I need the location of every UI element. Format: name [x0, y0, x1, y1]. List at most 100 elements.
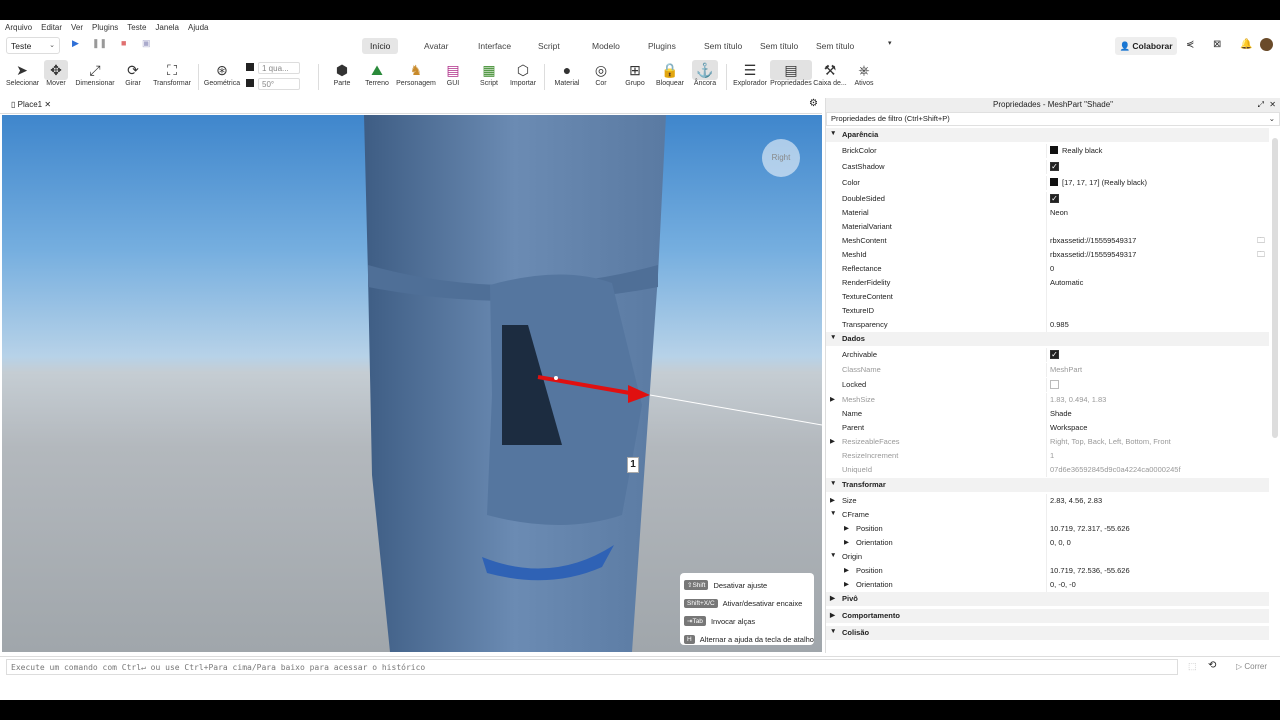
chevron-right-icon[interactable]: ▶ [844, 580, 849, 588]
ribbon-tab[interactable]: Sem título [752, 38, 806, 54]
checkbox[interactable] [246, 63, 254, 72]
ribbon-tab[interactable]: Modelo [584, 38, 628, 54]
chevron-right-icon[interactable]: ▶ [844, 566, 849, 574]
property-value[interactable]: ✓ [1050, 350, 1059, 359]
bookmark-icon[interactable]: ⬚ [1188, 661, 1197, 672]
bell-icon[interactable]: 🔔 [1240, 39, 1252, 50]
explorer-button[interactable]: ☰ Explorador [732, 60, 768, 87]
toolbox-button[interactable]: ⚒ Caixa de... [813, 60, 847, 87]
collaborate-button[interactable]: 👤 Colaborar [1115, 37, 1177, 55]
rotate-snap[interactable]: 50° [246, 78, 300, 90]
menu-item[interactable]: Janela [155, 23, 179, 32]
move-tool[interactable]: ✥ Mover [44, 60, 68, 87]
property-value[interactable]: ✓ [1050, 194, 1059, 203]
property-value[interactable]: Neon [1050, 208, 1068, 217]
chevron-down-icon[interactable]: ▼ [830, 628, 836, 635]
property-value[interactable]: Really black [1050, 146, 1102, 155]
property-value[interactable]: [17, 17, 17] (Really black) [1050, 178, 1147, 187]
grid-icon[interactable]: ⊠ [1213, 39, 1221, 50]
ribbon-tab[interactable]: Script [530, 38, 568, 54]
add-tab-icon[interactable]: ▾ [888, 39, 892, 47]
property-value[interactable] [1050, 380, 1059, 391]
anchor-tool[interactable]: ⚓ Âncora [692, 60, 718, 87]
material-tool[interactable]: ● Material [552, 60, 582, 87]
checkbox[interactable] [1050, 380, 1059, 389]
ribbon-tab[interactable]: Plugins [640, 38, 684, 54]
chevron-down-icon[interactable]: ▼ [830, 552, 836, 559]
pause-icon[interactable]: ❚❚ [92, 38, 107, 49]
3d-viewport[interactable]: Right 1 ⇧Shift Desativar ajuste Shift+X/C A… [2, 115, 822, 652]
property-filter-input[interactable]: Propriedades de filtro (Ctrl+Shift+P) ⌄ [826, 112, 1280, 126]
chevron-right-icon[interactable]: ▶ [830, 437, 835, 445]
part-tool[interactable]: ⬢ Parte [328, 60, 356, 87]
property-category[interactable]: ▼ Aparência [826, 128, 1269, 142]
view-cube[interactable]: Right [762, 139, 800, 177]
screen-icon[interactable]: ▣ [142, 38, 151, 49]
import-tool[interactable]: ⬡ Importar [508, 60, 538, 87]
menu-item[interactable]: Arquivo [5, 23, 32, 32]
close-icon[interactable]: ✕ [44, 100, 51, 109]
property-value[interactable]: rbxassetid://15559549317 [1050, 236, 1136, 245]
property-value[interactable]: 10.719, 72.317, -55.626 [1050, 524, 1130, 533]
chevron-down-icon[interactable]: ▼ [830, 334, 836, 341]
chevron-right-icon[interactable]: ▶ [830, 594, 835, 602]
ribbon-tab[interactable]: Sem título [808, 38, 862, 54]
character-tool[interactable]: ♞ Personagem [396, 60, 436, 87]
chevron-down-icon[interactable]: ▼ [830, 480, 836, 487]
chevron-down-icon[interactable]: ⌄ [1269, 113, 1275, 125]
chevron-right-icon[interactable]: ▶ [830, 395, 835, 403]
ribbon-tab[interactable]: Início [362, 38, 399, 54]
property-category[interactable]: ▶ Pivô [826, 592, 1269, 606]
property-value[interactable]: Shade [1050, 409, 1072, 418]
share-icon[interactable]: ⋞ [1186, 39, 1194, 50]
avatar[interactable] [1260, 38, 1273, 51]
property-value[interactable]: 0, -0, -0 [1050, 580, 1076, 589]
property-value[interactable]: 0.985 [1050, 320, 1069, 329]
properties-button[interactable]: ▤ Propriedades [770, 60, 812, 87]
property-category[interactable]: ▼ Transformar [826, 478, 1269, 492]
scrollbar[interactable] [1272, 138, 1278, 438]
command-input[interactable]: Execute um comando com Ctrl↵ ou use Ctrl… [6, 659, 1178, 675]
mode-select[interactable]: Teste ⌄ [6, 37, 60, 54]
property-value[interactable]: 0 [1050, 264, 1054, 273]
chevron-right-icon[interactable]: ▶ [830, 496, 835, 504]
menu-item[interactable]: Plugins [92, 23, 118, 32]
property-category[interactable]: ▶ Comportamento [826, 609, 1269, 623]
move-snap[interactable]: 1 qua... [246, 62, 300, 74]
property-value[interactable]: Workspace [1050, 423, 1087, 432]
popout-icon[interactable]: ⤢ [1258, 98, 1264, 112]
menu-item[interactable]: Ver [71, 23, 83, 32]
terrain-tool[interactable]: ⛰ Terreno [362, 60, 392, 87]
property-value[interactable]: Automatic [1050, 278, 1083, 287]
rotate-tool[interactable]: ⟳ Girar [122, 60, 144, 87]
property-value[interactable]: rbxassetid://15559549317 [1050, 250, 1136, 259]
geometric-tool[interactable]: ⊛ Geométrica [202, 60, 242, 87]
group-tool[interactable]: ⊞ Grupo [622, 60, 648, 87]
lock-tool[interactable]: 🔒 Bloquear [654, 60, 686, 87]
assets-button[interactable]: ⎈ Ativos [852, 60, 876, 87]
ribbon-tab[interactable]: Sem título [696, 38, 750, 54]
menu-item[interactable]: Teste [127, 23, 146, 32]
checkbox[interactable]: ✓ [1050, 194, 1059, 203]
history-icon[interactable]: ⟲ [1208, 660, 1216, 671]
chevron-right-icon[interactable]: ▶ [844, 524, 849, 532]
folder-icon[interactable]: 🗀 [1257, 249, 1265, 263]
menu-item[interactable]: Ajuda [188, 23, 208, 32]
property-category[interactable]: ▼ Colisão [826, 626, 1269, 640]
gear-icon[interactable]: ⚙ [809, 98, 818, 109]
transform-tool[interactable]: ⛶ Transformar [150, 60, 194, 87]
tab-place1[interactable]: ▯ Place1 ✕ [6, 98, 56, 112]
checkbox[interactable]: ✓ [1050, 350, 1059, 359]
property-value[interactable]: 10.719, 72.536, -55.626 [1050, 566, 1130, 575]
color-tool[interactable]: ◎ Cor [590, 60, 612, 87]
folder-icon[interactable]: 🗀 [1257, 235, 1265, 249]
property-value[interactable]: 0, 0, 0 [1050, 538, 1071, 547]
chevron-right-icon[interactable]: ▶ [830, 611, 835, 619]
menu-item[interactable]: Editar [41, 23, 62, 32]
chevron-right-icon[interactable]: ▶ [844, 538, 849, 546]
checkbox[interactable]: ✓ [1050, 162, 1059, 171]
checkbox[interactable] [246, 79, 254, 88]
property-value[interactable]: ✓ [1050, 162, 1059, 171]
script-tool[interactable]: ▦ Script [476, 60, 502, 87]
select-tool[interactable]: ➤ Selecionar [6, 60, 39, 87]
